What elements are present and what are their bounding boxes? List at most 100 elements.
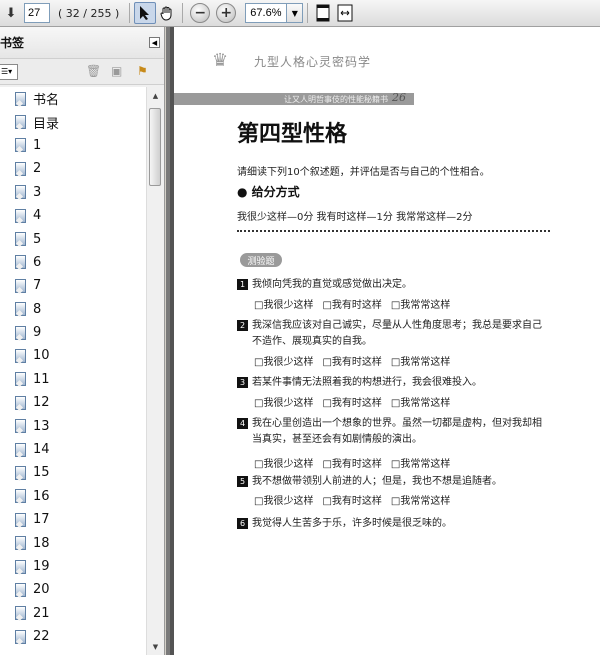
- question-text: 我觉得人生苦多于乐，许多时候是很乏味的。: [252, 518, 452, 529]
- bookmark-item[interactable]: 22: [0, 625, 146, 648]
- bookmark-label: 1: [33, 137, 42, 153]
- bookmark-item[interactable]: 9: [0, 321, 146, 344]
- bookmark-item[interactable]: 19: [0, 555, 146, 578]
- bookmark-item[interactable]: 4: [0, 204, 146, 227]
- bookmark-item[interactable]: 书名: [0, 87, 146, 110]
- answer-option[interactable]: □我常常这样: [391, 353, 450, 368]
- bookmark-scrollbar[interactable]: ▲ ▼: [146, 87, 163, 655]
- bookmark-item[interactable]: 10: [0, 344, 146, 367]
- hand-tool-icon[interactable]: [156, 2, 178, 24]
- question-text: 我倾向凭我的直觉或感觉做出决定。: [252, 279, 412, 290]
- panel-toolbar: ☰▾ 🗑 ▣ ⚑: [0, 59, 164, 85]
- answer-option[interactable]: □我很少这样: [254, 296, 313, 311]
- collapse-panel-button[interactable]: ◀: [149, 37, 160, 48]
- toolbar-divider: [182, 3, 184, 23]
- zoom-out-icon[interactable]: −: [190, 3, 211, 23]
- answer-option[interactable]: □我有时这样: [322, 455, 381, 470]
- chapter-heading: 第四型性格: [237, 121, 348, 147]
- bookmark-list: 书名 目录 1 2 3 4 5 6 7 8 9 10 11 12 13 14 15 16 17 18 19 20 21 22: [0, 87, 146, 655]
- bookmark-label: 14: [33, 442, 50, 458]
- bookmark-item[interactable]: 5: [0, 227, 146, 250]
- bookmark-label: 13: [33, 418, 50, 434]
- find-bookmark-icon[interactable]: ⚑: [137, 64, 153, 80]
- bookmark-label: 4: [33, 208, 42, 224]
- answer-option[interactable]: □我常常这样: [391, 492, 450, 507]
- bookmark-icon: [15, 606, 26, 621]
- question-item: 4 我在心里创造出一个想象的世界。虽然一切都是虚构，但对我却相 当真实，甚至还会有如…: [237, 416, 562, 448]
- bookmark-label: 7: [33, 278, 42, 294]
- answer-option[interactable]: □我有时这样: [322, 492, 381, 507]
- select-tool-icon[interactable]: [134, 2, 157, 24]
- page-number-input[interactable]: [24, 3, 50, 23]
- answer-option[interactable]: □我常常这样: [391, 455, 450, 470]
- fit-width-icon[interactable]: [334, 2, 356, 24]
- bookmark-item[interactable]: 3: [0, 181, 146, 204]
- answer-option[interactable]: □我常常这样: [391, 296, 450, 311]
- running-header: ♛ 九型人格心灵密码学 让又人明哲事伎的性能秘籍书 26: [174, 47, 414, 105]
- bookmark-item[interactable]: 6: [0, 251, 146, 274]
- bookmark-item[interactable]: 7: [0, 274, 146, 297]
- answer-option[interactable]: □我很少这样: [254, 394, 313, 409]
- bookmark-icon: [15, 208, 26, 223]
- bookmark-label: 3: [33, 184, 42, 200]
- answer-options: □我很少这样 □我有时这样 □我常常这样: [254, 296, 450, 311]
- toolbar-divider: [129, 3, 131, 23]
- bookmark-item[interactable]: 2: [0, 157, 146, 180]
- question-item: 6 我觉得人生苦多于乐，许多时候是很乏味的。: [237, 516, 562, 532]
- answer-option[interactable]: □我有时这样: [322, 394, 381, 409]
- bookmark-label: 15: [33, 465, 50, 481]
- fit-page-icon[interactable]: [312, 2, 334, 24]
- bookmark-label: 2: [33, 161, 42, 177]
- question-item: 3 若某件事情无法照着我的构想进行，我会很难投入。: [237, 375, 562, 391]
- scroll-thumb[interactable]: [149, 108, 161, 186]
- bookmark-icon: [15, 372, 26, 387]
- answer-option[interactable]: □我常常这样: [391, 394, 450, 409]
- page-footer: [174, 633, 600, 647]
- answer-option[interactable]: □我很少这样: [254, 455, 313, 470]
- bookmark-item[interactable]: 20: [0, 578, 146, 601]
- bookmark-icon: [15, 489, 26, 504]
- bookmark-icon: [15, 348, 26, 363]
- options-menu-button[interactable]: ☰▾: [0, 63, 18, 80]
- bookmark-label: 10: [33, 348, 50, 364]
- bookmark-item[interactable]: 8: [0, 298, 146, 321]
- bookmark-item[interactable]: 1: [0, 134, 146, 157]
- zoom-field[interactable]: [245, 3, 288, 23]
- question-text: 若某件事情无法照着我的构想进行，我会很难投入。: [252, 377, 482, 388]
- question-number: 1: [237, 279, 248, 290]
- bookmark-item[interactable]: 11: [0, 368, 146, 391]
- bookmark-item[interactable]: 13: [0, 414, 146, 437]
- answer-option[interactable]: □我有时这样: [322, 296, 381, 311]
- question-text: 我深信我应该对自己诚实，尽量从人性角度思考；我总是要求自己: [252, 320, 542, 331]
- panel-title: 书签: [0, 36, 25, 50]
- header-bar-text: 让又人明哲事伎的性能秘籍书: [284, 95, 388, 104]
- quiz-badge: 测验题: [240, 253, 282, 267]
- bookmark-item[interactable]: 14: [0, 438, 146, 461]
- answer-option[interactable]: □我有时这样: [322, 353, 381, 368]
- question-item: 1 我倾向凭我的直觉或感觉做出决定。: [237, 277, 562, 293]
- delete-bookmark-icon[interactable]: 🗑: [86, 64, 102, 80]
- previous-page-icon[interactable]: ⬇: [0, 2, 22, 24]
- question-number: 3: [237, 377, 248, 388]
- zoom-dropdown-button[interactable]: ▼: [287, 3, 304, 23]
- answer-options: □我很少这样 □我有时这样 □我常常这样: [254, 455, 450, 470]
- bookmark-item[interactable]: 12: [0, 391, 146, 414]
- bookmark-item[interactable]: 15: [0, 461, 146, 484]
- answer-option[interactable]: □我很少这样: [254, 353, 313, 368]
- scroll-down-icon[interactable]: ▼: [147, 638, 164, 655]
- document-page: ♛ 九型人格心灵密码学 让又人明哲事伎的性能秘籍书 26 第四型性格 请细读下列…: [174, 27, 600, 655]
- bookmark-item[interactable]: 18: [0, 531, 146, 554]
- question-text-cont: 不造作、展现真实的自我。: [252, 336, 372, 347]
- document-viewport[interactable]: ♛ 九型人格心灵密码学 让又人明哲事伎的性能秘籍书 26 第四型性格 请细读下列…: [166, 27, 600, 655]
- bookmark-item[interactable]: 21: [0, 602, 146, 625]
- new-bookmark-icon[interactable]: ▣: [111, 64, 127, 80]
- bookmark-item[interactable]: 目录: [0, 110, 146, 133]
- bookmark-label: 8: [33, 301, 42, 317]
- bookmark-item[interactable]: 16: [0, 485, 146, 508]
- bookmark-item[interactable]: 17: [0, 508, 146, 531]
- question-text: 我不想做带领别人前进的人；但是，我也不想是追随者。: [252, 476, 502, 487]
- section-title: ● 给分方式: [237, 185, 300, 199]
- scroll-up-icon[interactable]: ▲: [147, 87, 164, 104]
- answer-option[interactable]: □我很少这样: [254, 492, 313, 507]
- zoom-in-icon[interactable]: +: [216, 3, 237, 23]
